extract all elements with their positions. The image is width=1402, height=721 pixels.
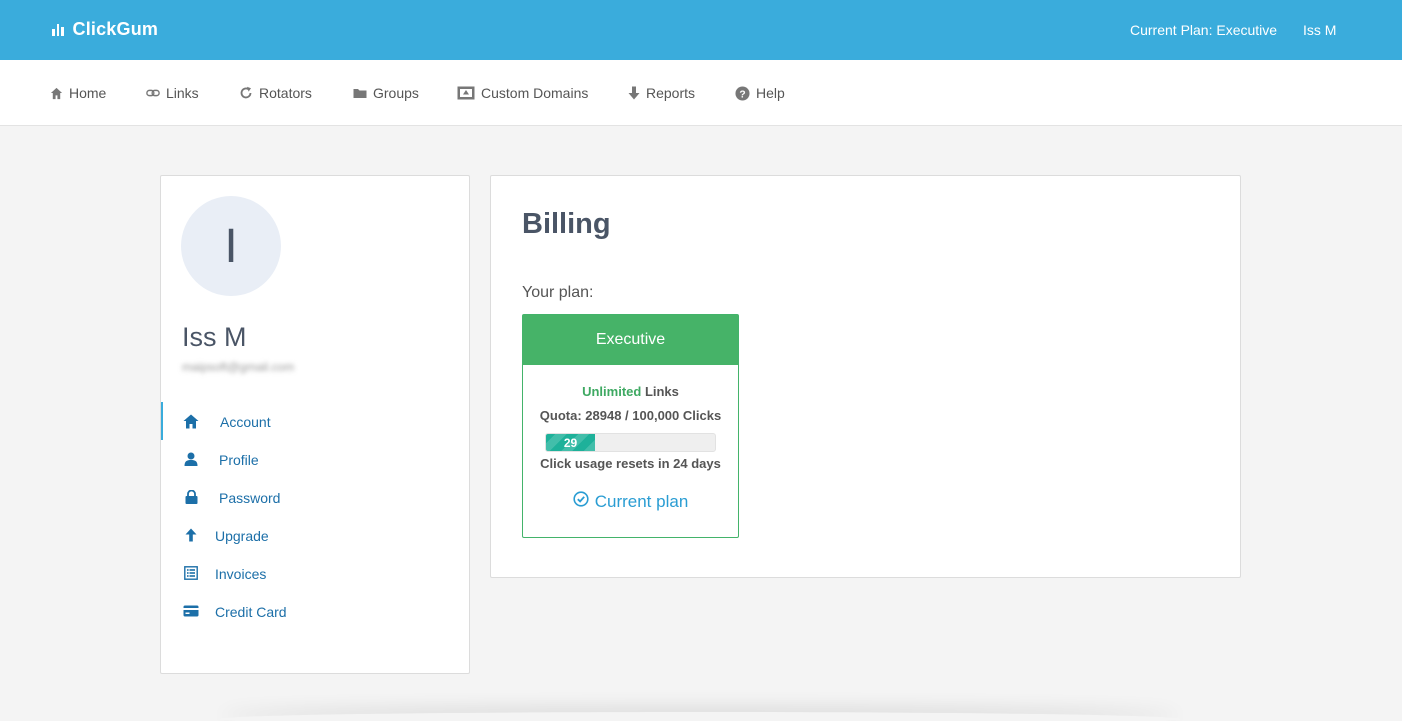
- top-header: ClickGum Current Plan: Executive Iss M: [0, 0, 1402, 60]
- menu-account-label: Account: [220, 414, 271, 430]
- brand-logo[interactable]: ClickGum: [52, 19, 158, 40]
- nav-home-label: Home: [69, 85, 107, 101]
- menu-credit-card-label: Credit Card: [215, 604, 287, 620]
- nav-help-label: Help: [756, 85, 785, 101]
- nav-custom-domains-label: Custom Domains: [481, 85, 589, 101]
- menu-item-profile[interactable]: Profile: [161, 440, 469, 478]
- folder-icon: [353, 87, 367, 99]
- current-plan-label[interactable]: Current Plan: Executive: [1130, 22, 1277, 38]
- arrow-up-icon: [183, 527, 199, 543]
- download-icon: [628, 86, 640, 100]
- nav-help[interactable]: ? Help: [735, 84, 785, 102]
- plan-name: Executive: [523, 315, 738, 365]
- menu-item-upgrade[interactable]: Upgrade: [161, 516, 469, 554]
- billing-card: Billing Your plan: Executive Unlimited L…: [490, 175, 1241, 578]
- plan-quota: Quota: 28948 / 100,000 Clicks: [539, 408, 722, 423]
- svg-text:?: ?: [739, 89, 745, 100]
- menu-item-account[interactable]: Account: [161, 402, 469, 440]
- nav-links-label: Links: [166, 85, 199, 101]
- usage-progress-fill: 29: [546, 434, 595, 451]
- nav-links[interactable]: Links: [146, 84, 199, 102]
- page-title: Billing: [522, 208, 611, 240]
- bar-chart-icon: [52, 23, 64, 36]
- current-plan-indicator[interactable]: Current plan: [523, 491, 738, 512]
- domain-icon: [457, 86, 475, 100]
- menu-item-credit-card[interactable]: Credit Card: [161, 592, 469, 630]
- user-icon: [183, 451, 199, 467]
- list-icon: [183, 565, 199, 581]
- menu-profile-label: Profile: [219, 452, 259, 468]
- nav-custom-domains[interactable]: Custom Domains: [457, 84, 588, 102]
- menu-item-password[interactable]: Password: [161, 478, 469, 516]
- nav-reports[interactable]: Reports: [628, 84, 695, 102]
- brand-name: ClickGum: [72, 19, 159, 39]
- nav-home[interactable]: Home: [50, 84, 106, 102]
- user-menu[interactable]: Iss M: [1303, 22, 1336, 38]
- menu-item-invoices[interactable]: Invoices: [161, 554, 469, 592]
- home-icon: [50, 87, 63, 100]
- nav-rotators[interactable]: Rotators: [239, 84, 312, 102]
- credit-card-icon: [183, 603, 199, 619]
- plan-card: Executive Unlimited Links Quota: 28948 /…: [522, 314, 739, 538]
- plan-links: Unlimited Links: [523, 384, 738, 399]
- unlimited-label: Unlimited: [582, 384, 642, 399]
- menu-password-label: Password: [219, 490, 281, 506]
- menu-upgrade-label: Upgrade: [215, 528, 269, 544]
- current-plan-label: Current plan: [594, 491, 689, 511]
- nav-groups-label: Groups: [373, 85, 419, 101]
- nav-groups[interactable]: Groups: [353, 84, 419, 102]
- plan-intro: Your plan:: [522, 284, 594, 301]
- lock-icon: [183, 489, 199, 505]
- profile-card: I Iss M maipsoft@gmail.com Account Profi…: [160, 175, 470, 674]
- help-icon: ?: [735, 85, 750, 101]
- check-circle-icon: [573, 491, 589, 512]
- plan-details: Unlimited Links Quota: 28948 / 100,000 C…: [523, 384, 738, 512]
- footer-shadow: [220, 712, 1180, 721]
- links-suffix: Links: [641, 384, 679, 399]
- profile-email: maipsoft@gmail.com: [182, 360, 295, 374]
- nav-rotators-label: Rotators: [259, 85, 312, 101]
- nav-reports-label: Reports: [646, 85, 696, 101]
- usage-reset-text: Click usage resets in 24 days: [540, 456, 721, 471]
- home-icon: [183, 413, 199, 429]
- refresh-icon: [239, 86, 253, 100]
- main-nav: Home Links Rotators Groups Custom Domain…: [0, 60, 1402, 126]
- menu-invoices-label: Invoices: [215, 566, 267, 582]
- profile-name: Iss M: [182, 322, 247, 352]
- link-icon: [146, 88, 160, 98]
- account-menu: Account Profile Password Upgrade Invoice…: [161, 402, 469, 630]
- usage-progress-bar: 29: [545, 433, 716, 452]
- avatar: I: [181, 196, 281, 296]
